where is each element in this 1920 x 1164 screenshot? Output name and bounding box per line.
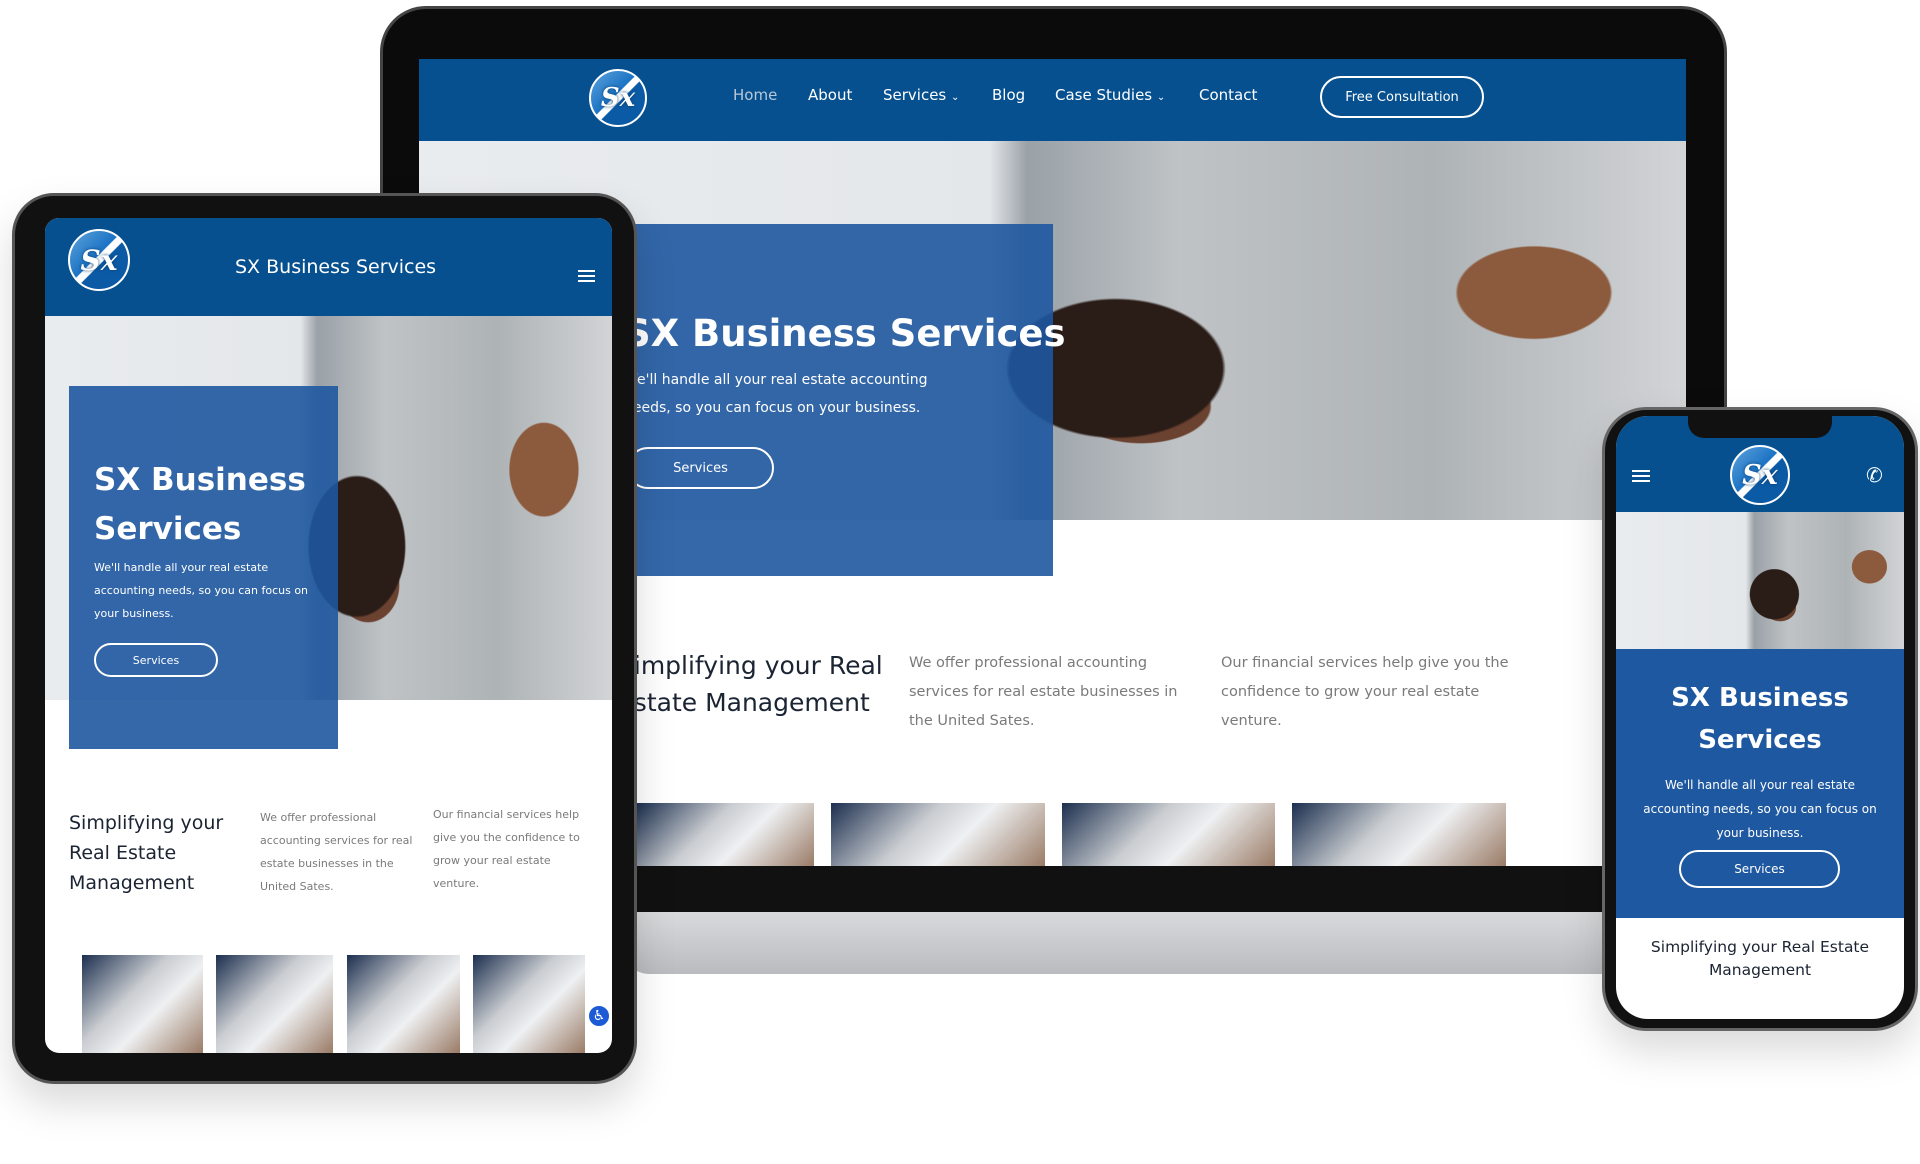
- hero-title: SX Business Services: [1671, 683, 1849, 755]
- nav-services[interactable]: Services ⌄: [883, 86, 959, 104]
- hamburger-menu-icon[interactable]: [578, 270, 595, 282]
- thumbnail-1: [82, 955, 203, 1053]
- nav-case-studies[interactable]: Case Studies ⌄: [1055, 86, 1165, 104]
- thumbnail-3: [347, 955, 460, 1053]
- thumbnail-2: [831, 803, 1045, 866]
- hero-title: SX Business Services: [94, 462, 306, 547]
- nav-about[interactable]: About: [808, 86, 852, 104]
- intro-heading: Simplifying your Real Estate Management: [1650, 938, 1870, 979]
- hero-subtitle-1: We'll handle all your real estate accoun…: [624, 372, 928, 388]
- services-button[interactable]: Services: [94, 643, 218, 677]
- intro-col-2: Our financial services help give you the…: [1221, 655, 1509, 729]
- hero-title: SX Business Services: [624, 312, 1066, 355]
- nav-case-studies-label: Case Studies: [1055, 86, 1153, 104]
- site-nav: Sx Home About Services ⌄ Blog Case Studi…: [419, 59, 1686, 141]
- phone-screen: Sx ✆ SX Business Services We'll handle a…: [1616, 416, 1904, 1019]
- hamburger-menu-icon[interactable]: [1632, 470, 1650, 482]
- laptop-base: [620, 912, 1670, 974]
- phone-call-icon[interactable]: ✆: [1866, 463, 1883, 487]
- hero-image: [1616, 512, 1904, 649]
- hero-subtitle-2: needs, so you can focus on your business…: [624, 400, 921, 416]
- intro-col-2: Our financial services help give you the…: [433, 808, 580, 890]
- intro-heading-line-1: Simplifying your Real: [618, 651, 883, 680]
- hero-subtitle: We'll handle all your real estate accoun…: [1643, 778, 1877, 840]
- sx-logo[interactable]: Sx: [589, 69, 647, 127]
- hero-box: SX Business Services We'll handle all yo…: [69, 386, 338, 749]
- phone-header: Sx ✆: [1616, 416, 1904, 512]
- hero-subtitle: We'll handle all your real estate accoun…: [94, 561, 309, 620]
- phone-notch: [1688, 416, 1832, 438]
- intro-heading: Simplifying your Real Estate Management: [618, 647, 883, 721]
- intro-heading: Simplifying your Real Estate Management: [69, 812, 224, 894]
- accessibility-icon[interactable]: ♿: [587, 1004, 611, 1028]
- thumbnail-3: [1062, 803, 1275, 866]
- services-button[interactable]: Services: [1679, 850, 1840, 888]
- hero-box: SX Business Services We'll handle all yo…: [1616, 649, 1904, 918]
- sx-logo[interactable]: Sx: [1730, 445, 1790, 505]
- intro-col-1: We offer professional accounting service…: [260, 811, 413, 893]
- nav-contact[interactable]: Contact: [1199, 86, 1257, 104]
- services-button[interactable]: Services: [627, 447, 774, 489]
- thumbnail-1: [637, 803, 814, 866]
- nav-home[interactable]: Home: [733, 86, 777, 104]
- free-consultation-button[interactable]: Free Consultation: [1320, 76, 1484, 118]
- thumbnail-4: [1292, 803, 1506, 866]
- thumbnail-4: [473, 955, 585, 1053]
- nav-services-label: Services: [883, 86, 947, 104]
- hero-box: SX Business Services We'll handle all yo…: [622, 224, 1066, 576]
- sx-logo[interactable]: Sx: [68, 229, 130, 291]
- tablet-screen: Sx SX Business Services SX Business Serv…: [45, 218, 612, 1053]
- thumbnail-2: [216, 955, 333, 1053]
- chevron-down-icon: ⌄: [1156, 92, 1166, 103]
- intro-col-1: We offer professional accounting service…: [909, 655, 1178, 729]
- intro-heading-line-2: Estate Management: [618, 688, 870, 717]
- nav-blog[interactable]: Blog: [992, 86, 1025, 104]
- tablet-site-title: SX Business Services: [235, 256, 437, 278]
- chevron-down-icon: ⌄: [951, 92, 960, 103]
- tablet-header: Sx SX Business Services: [45, 218, 612, 316]
